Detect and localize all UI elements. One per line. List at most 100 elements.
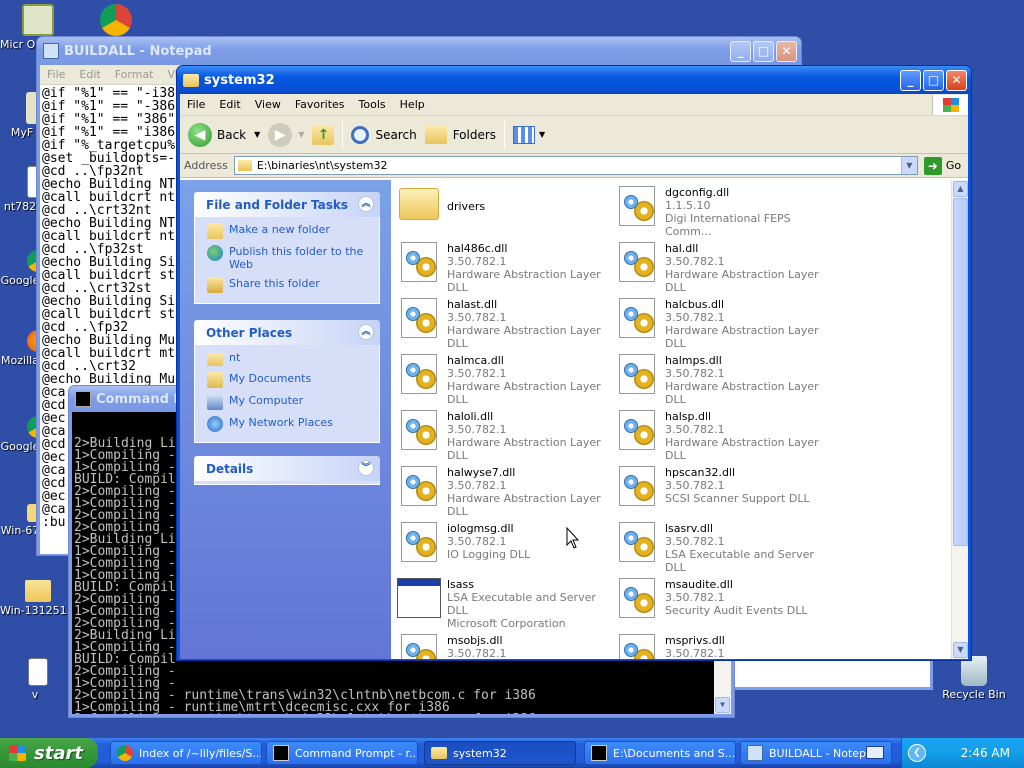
desktop-icon-win131251[interactable]: Win-131251... <box>0 578 76 617</box>
taskbar-button[interactable]: system32 <box>424 741 576 765</box>
file-version: 3.50.782.1 <box>665 311 725 324</box>
file-version: 3.50.782.1 <box>665 423 725 436</box>
file-item[interactable]: halwyse7.dll 3.50.782.1 Hardware Abstracti… <box>397 464 609 518</box>
menu-edit[interactable]: Edit <box>212 98 247 111</box>
address-value: E:\binaries\nt\system32 <box>256 159 388 172</box>
chrome-icon <box>117 745 133 761</box>
tray-expand-icon[interactable]: ❮ <box>908 744 926 762</box>
file-item[interactable]: halmps.dll 3.50.782.1 Hardware Abstraction… <box>615 352 827 406</box>
menu-edit[interactable]: Edit <box>72 68 107 81</box>
file-item[interactable]: drivers <box>397 184 609 234</box>
taskbar-button[interactable]: Command Prompt - r... <box>266 741 418 765</box>
views-button[interactable]: ▼ <box>509 120 549 150</box>
file-item[interactable]: msaudite.dll 3.50.782.1 Security Audit Eve… <box>615 576 827 626</box>
keyboard-icon[interactable] <box>866 746 884 759</box>
file-item[interactable]: lsass LSA Executable and Server DLL Micros… <box>397 576 609 630</box>
file-version: 3.50.782.1 <box>665 479 725 492</box>
menu-tools[interactable]: Tools <box>352 98 393 111</box>
application-icon <box>397 576 441 620</box>
task-link-nt[interactable]: nt <box>207 351 371 366</box>
explorer-window[interactable]: system32 _ □ ✕ File Edit View Favorites … <box>176 65 972 661</box>
scroll-thumb[interactable] <box>953 198 968 546</box>
file-name: halwyse7.dll <box>447 466 516 479</box>
file-item[interactable]: lsasrv.dll 3.50.782.1 LSA Executable and S… <box>615 520 827 574</box>
panel-header[interactable]: Other Places ︽ <box>194 320 380 345</box>
desktop-icon-recycle-bin[interactable]: Recycle Bin <box>936 656 1012 701</box>
chevron-down-icon[interactable]: ▼ <box>254 130 260 139</box>
file-item[interactable]: msobjs.dll 3.50.782.1 <box>397 632 609 659</box>
search-button[interactable]: Search <box>347 120 420 150</box>
up-folder-button[interactable]: ↑ <box>308 120 338 150</box>
menu-view[interactable]: View <box>248 98 288 111</box>
expand-icon[interactable]: ︾ <box>358 460 374 476</box>
taskbar-button-label: Index of /~lily/files/S... <box>139 746 262 760</box>
menu-help[interactable]: Help <box>393 98 432 111</box>
file-item[interactable]: hpscan32.dll 3.50.782.1 SCSI Scanner Suppo… <box>615 464 827 514</box>
dll-icon <box>615 464 659 508</box>
go-button[interactable]: ➜ Go <box>923 156 961 175</box>
file-item[interactable]: halsp.dll 3.50.782.1 Hardware Abstraction … <box>615 408 827 462</box>
address-dropdown-button[interactable]: ▼ <box>900 157 917 174</box>
collapse-icon[interactable]: ︽ <box>358 196 374 212</box>
windows-logo-icon <box>932 94 968 115</box>
file-name: halcbus.dll <box>665 298 725 311</box>
close-button[interactable]: ✕ <box>946 69 967 91</box>
folder-icon <box>237 160 252 171</box>
file-item[interactable]: haloli.dll 3.50.782.1 Hardware Abstraction… <box>397 408 609 462</box>
scroll-down-arrow[interactable]: ▼ <box>953 642 968 658</box>
panel-header[interactable]: File and Folder Tasks ︽ <box>194 192 380 217</box>
scroll-up-arrow[interactable]: ▲ <box>953 181 968 197</box>
file-version: 3.50.782.1 <box>447 535 507 548</box>
minimize-button[interactable]: _ <box>900 69 921 91</box>
file-item[interactable]: hal.dll 3.50.782.1 Hardware Abstraction La… <box>615 240 827 294</box>
menu-file[interactable]: File <box>40 68 72 81</box>
file-item[interactable]: halast.dll 3.50.782.1 Hardware Abstraction… <box>397 296 609 350</box>
task-link-my-computer[interactable]: My Computer <box>207 394 371 410</box>
back-arrow-icon: ◀ <box>188 122 212 147</box>
file-version: 3.50.782.1 <box>665 647 725 659</box>
panel-header[interactable]: Details ︾ <box>194 456 380 481</box>
forward-button[interactable]: ▶ ▼ <box>264 120 308 150</box>
details-panel: Details ︾ <box>194 456 380 485</box>
task-link-my-network-places[interactable]: My Network Places <box>207 416 371 432</box>
back-button[interactable]: ◀ Back ▼ <box>184 120 264 150</box>
taskbar-button[interactable]: Index of /~lily/files/S... <box>110 741 262 765</box>
file-description: LSA Executable and Server DLL <box>665 548 814 574</box>
file-item[interactable]: hal486c.dll 3.50.782.1 Hardware Abstractio… <box>397 240 609 294</box>
toolbar-separator <box>504 120 506 149</box>
file-item[interactable]: halmca.dll 3.50.782.1 Hardware Abstraction… <box>397 352 609 406</box>
task-link-my-documents[interactable]: My Documents <box>207 372 371 388</box>
file-name: hpscan32.dll <box>665 466 736 479</box>
folders-button[interactable]: Folders <box>421 120 500 150</box>
task-link-make-a-new-folder[interactable]: Make a new folder <box>207 223 371 239</box>
folder-icon <box>25 580 51 602</box>
task-link-publish-this-folder-to-the-web[interactable]: Publish this folder to the Web <box>207 245 371 271</box>
file-item[interactable]: msprivs.dll 3.50.782.1 <box>615 632 827 659</box>
address-input[interactable]: E:\binaries\nt\system32 ▼ <box>233 156 918 175</box>
other-places-panel: Other Places ︽ nt My Documents My Computer… <box>194 320 380 443</box>
menu-favorites[interactable]: Favorites <box>288 98 352 111</box>
maximize-button[interactable]: □ <box>923 69 944 91</box>
start-button[interactable]: start <box>0 738 98 768</box>
menu-format[interactable]: Format <box>108 68 161 81</box>
maximize-button[interactable]: □ <box>753 40 774 62</box>
desktop-icon-chrome[interactable] <box>78 4 154 38</box>
notepad-title-bar[interactable]: BUILDALL - Notepad _ □ ✕ <box>37 37 801 65</box>
notepad-title: BUILDALL - Notepad <box>64 43 212 59</box>
chevron-down-icon[interactable]: ▼ <box>298 130 304 139</box>
scroll-down-arrow[interactable]: ▼ <box>715 697 730 713</box>
file-item[interactable]: dgconfig.dll 1.1.5.10 Digi International F… <box>615 184 827 238</box>
file-name: lsasrv.dll <box>665 522 714 535</box>
file-list-vertical-scrollbar[interactable]: ▲ ▼ <box>951 180 968 659</box>
task-link-share-this-folder[interactable]: Share this folder <box>207 277 371 293</box>
taskbar-button[interactable]: E:\Documents and S... <box>584 741 736 765</box>
file-description: Hardware Abstraction Layer DLL <box>447 268 601 294</box>
collapse-icon[interactable]: ︽ <box>358 324 374 340</box>
dll-icon <box>397 464 441 508</box>
menu-file[interactable]: File <box>180 98 212 111</box>
desktop-icon-v[interactable]: v <box>0 658 76 701</box>
explorer-title-bar[interactable]: system32 _ □ ✕ <box>177 66 971 94</box>
file-item[interactable]: halcbus.dll 3.50.782.1 Hardware Abstractio… <box>615 296 827 350</box>
minimize-button[interactable]: _ <box>730 40 751 62</box>
close-button[interactable]: ✕ <box>776 40 797 62</box>
